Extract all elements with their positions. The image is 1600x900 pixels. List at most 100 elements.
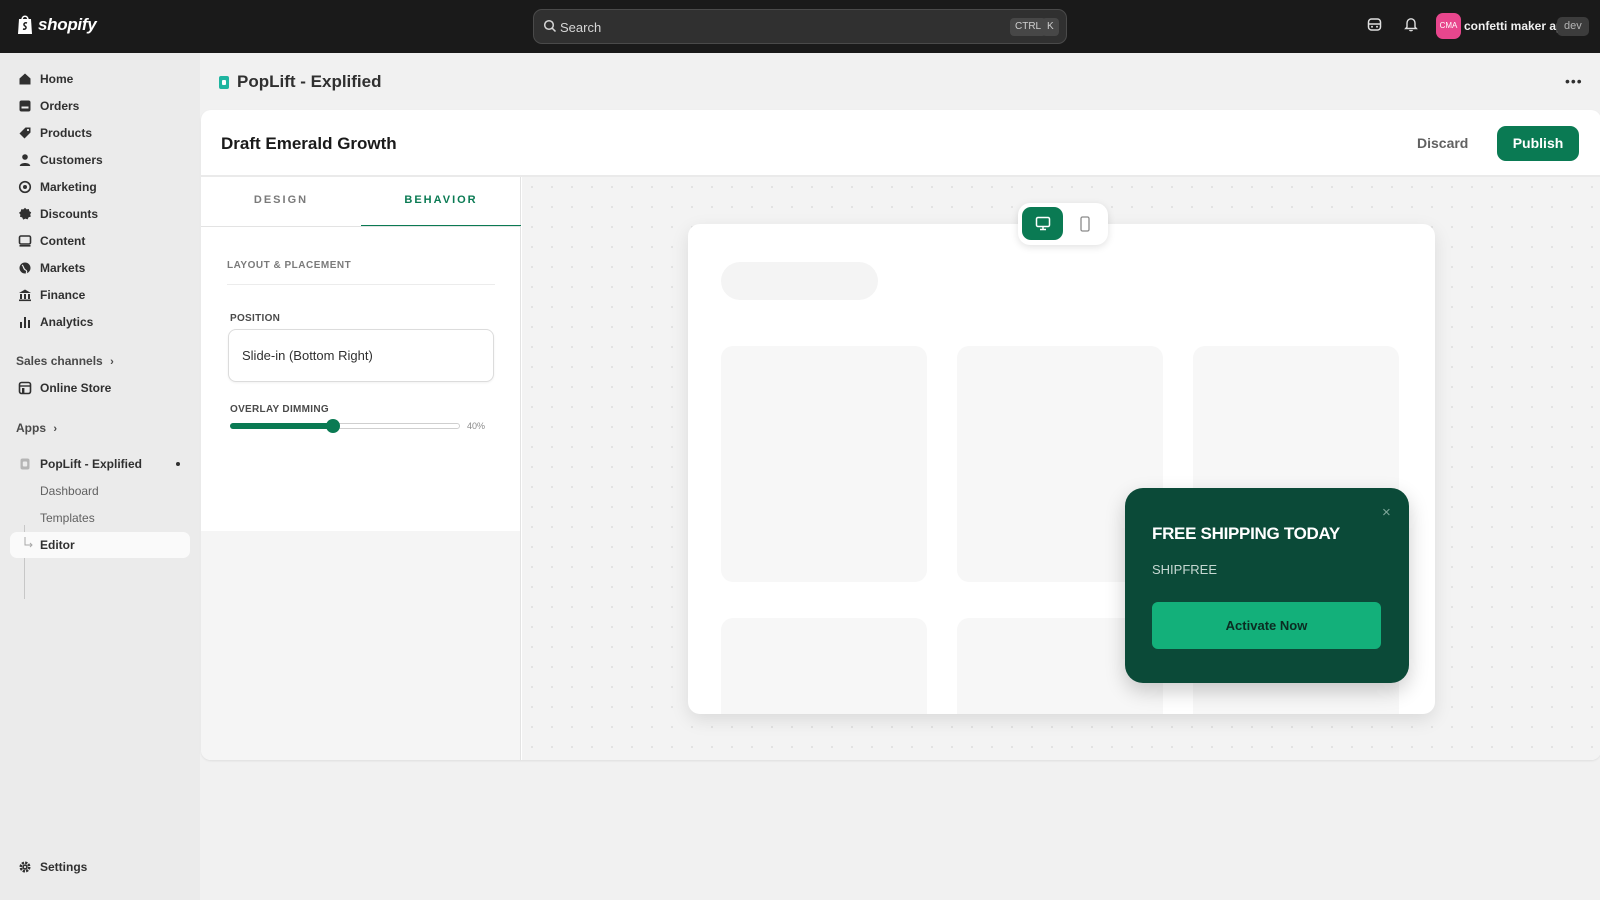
shortcut-k-key: K: [1042, 18, 1059, 36]
store-preview: × FREE SHIPPING TODAY SHIPFREE Activate …: [688, 224, 1435, 714]
apps-label: Apps: [16, 421, 46, 435]
sidebar-subitem-templates[interactable]: Templates: [10, 505, 190, 531]
sidebar-item-label: Online Store: [40, 381, 112, 395]
publish-button[interactable]: Publish: [1497, 126, 1579, 161]
sidebar-item-customers[interactable]: Customers: [10, 147, 190, 173]
bank-icon: [19, 289, 31, 302]
app-icon: [20, 458, 30, 470]
content-icon: [18, 235, 32, 247]
sidebar-subitem-label: Templates: [40, 511, 95, 525]
popup-preview[interactable]: × FREE SHIPPING TODAY SHIPFREE Activate …: [1125, 488, 1409, 683]
position-value: Slide-in (Bottom Right): [242, 348, 373, 363]
section-divider: [227, 284, 495, 285]
tab-design[interactable]: DESIGN: [201, 177, 361, 227]
sidebar-item-poplift-app[interactable]: PopLift - Explified: [10, 451, 190, 477]
home-icon: [19, 73, 31, 85]
top-bar: shopify Search CTRL K CMA confetti maker…: [0, 0, 1600, 53]
mobile-icon: [1079, 215, 1090, 232]
position-select[interactable]: Slide-in (Bottom Right): [228, 329, 494, 382]
sidebar-item-label: Marketing: [40, 180, 97, 194]
pin-dot-icon: [176, 462, 180, 466]
close-icon[interactable]: ×: [1382, 504, 1391, 521]
search-icon: [543, 19, 557, 33]
orders-icon: [19, 100, 31, 112]
sidebar-item-label: Content: [40, 234, 86, 248]
skeleton-product-card: [721, 618, 927, 714]
sidebar-item-label: Discounts: [40, 207, 99, 221]
sidebar-item-label: Markets: [40, 261, 86, 275]
chevron-right-icon: ›: [110, 356, 114, 368]
search-input[interactable]: Search CTRL K: [533, 9, 1067, 44]
sidebar-subitem-dashboard[interactable]: Dashboard: [10, 478, 190, 504]
overlay-dimming-handle[interactable]: [326, 419, 340, 433]
editor-card: Draft Emerald Growth Discard Publish DES…: [201, 110, 1600, 760]
globe-icon: [19, 262, 31, 274]
logo-text: shopify: [38, 15, 97, 34]
sales-channels-link[interactable]: Sales channels ›: [16, 354, 114, 368]
skeleton-header: [721, 262, 878, 300]
shopify-logo[interactable]: shopify: [16, 14, 97, 36]
store-avatar[interactable]: CMA: [1436, 13, 1461, 39]
gear-icon: [19, 861, 31, 873]
bar-chart-icon: [20, 317, 30, 328]
preview-canvas: × FREE SHIPPING TODAY SHIPFREE Activate …: [522, 177, 1600, 760]
sidebar-item-products[interactable]: Products: [10, 120, 190, 146]
device-toggle: [1018, 203, 1108, 245]
sidekick-icon[interactable]: [1367, 17, 1382, 32]
sidebar-subitem-label: Editor: [40, 538, 75, 552]
sidebar-item-content[interactable]: Content: [10, 228, 190, 254]
chevron-right-icon: ›: [53, 423, 58, 435]
position-label: POSITION: [230, 313, 281, 324]
sidebar-item-marketing[interactable]: Marketing: [10, 174, 190, 200]
sidebar-item-label: Customers: [40, 153, 103, 167]
sidebar-subitem-label: Dashboard: [40, 484, 99, 498]
popup-code: SHIPFREE: [1152, 562, 1218, 577]
app-logo-icon: [219, 75, 229, 89]
app-title-row: PopLift - Explified: [219, 72, 382, 92]
sidebar-item-discounts[interactable]: Discounts: [10, 201, 190, 227]
desktop-icon: [1035, 216, 1050, 231]
storefront-icon: [18, 381, 32, 395]
overlay-dimming-value: 40%: [467, 421, 486, 431]
overlay-dimming-label: OVERLAY DIMMING: [230, 404, 329, 415]
overlay-dimming-fill: [230, 423, 333, 429]
settings-panel-footer: [201, 531, 521, 760]
skeleton-product-card: [721, 346, 927, 582]
person-icon: [19, 154, 31, 166]
apps-link[interactable]: Apps ›: [16, 421, 57, 435]
sidebar-subitem-editor[interactable]: Editor: [10, 532, 190, 558]
target-icon: [18, 180, 32, 194]
popup-title: FREE SHIPPING TODAY: [1152, 524, 1340, 543]
store-name[interactable]: confetti maker app: [1464, 19, 1571, 33]
sidebar-item-label: Settings: [40, 860, 88, 874]
search-placeholder: Search: [560, 20, 602, 35]
sidebar-item-analytics[interactable]: Analytics: [10, 309, 190, 335]
popup-cta-button[interactable]: Activate Now: [1152, 602, 1381, 649]
sales-channels-label: Sales channels: [16, 354, 103, 368]
desktop-view-button[interactable]: [1022, 207, 1063, 240]
sidebar-item-finance[interactable]: Finance: [10, 282, 190, 308]
mobile-view-button[interactable]: [1064, 207, 1105, 240]
bell-icon[interactable]: [1404, 17, 1418, 32]
shortcut-ctrl-key: CTRL: [1010, 18, 1047, 36]
editor-header: Draft Emerald Growth Discard Publish: [201, 110, 1600, 177]
tabs-divider: [201, 226, 521, 227]
sidebar-item-label: Home: [40, 72, 74, 86]
sidebar-item-settings[interactable]: Settings: [10, 854, 190, 880]
sidebar-item-label: PopLift - Explified: [40, 457, 142, 471]
more-actions-icon[interactable]: •••: [1565, 73, 1583, 89]
draft-title: Draft Emerald Growth: [221, 134, 397, 153]
sidebar-item-orders[interactable]: Orders: [10, 93, 190, 119]
sidebar-item-label: Orders: [40, 99, 80, 113]
page-title: PopLift - Explified: [237, 72, 382, 91]
shopify-bag-icon: [18, 15, 32, 34]
sidebar-item-markets[interactable]: Markets: [10, 255, 190, 281]
sidebar-item-online-store[interactable]: Online Store: [10, 375, 190, 401]
tag-icon: [19, 127, 31, 139]
settings-panel: DESIGN BEHAVIOR LAYOUT & PLACEMENT POSIT…: [201, 177, 521, 531]
sidebar-item-home[interactable]: Home: [10, 66, 190, 92]
sidebar-item-label: Analytics: [40, 315, 94, 329]
sidebar-item-label: Products: [40, 126, 93, 140]
tab-behavior[interactable]: BEHAVIOR: [361, 177, 521, 227]
discard-button[interactable]: Discard: [1417, 135, 1468, 151]
